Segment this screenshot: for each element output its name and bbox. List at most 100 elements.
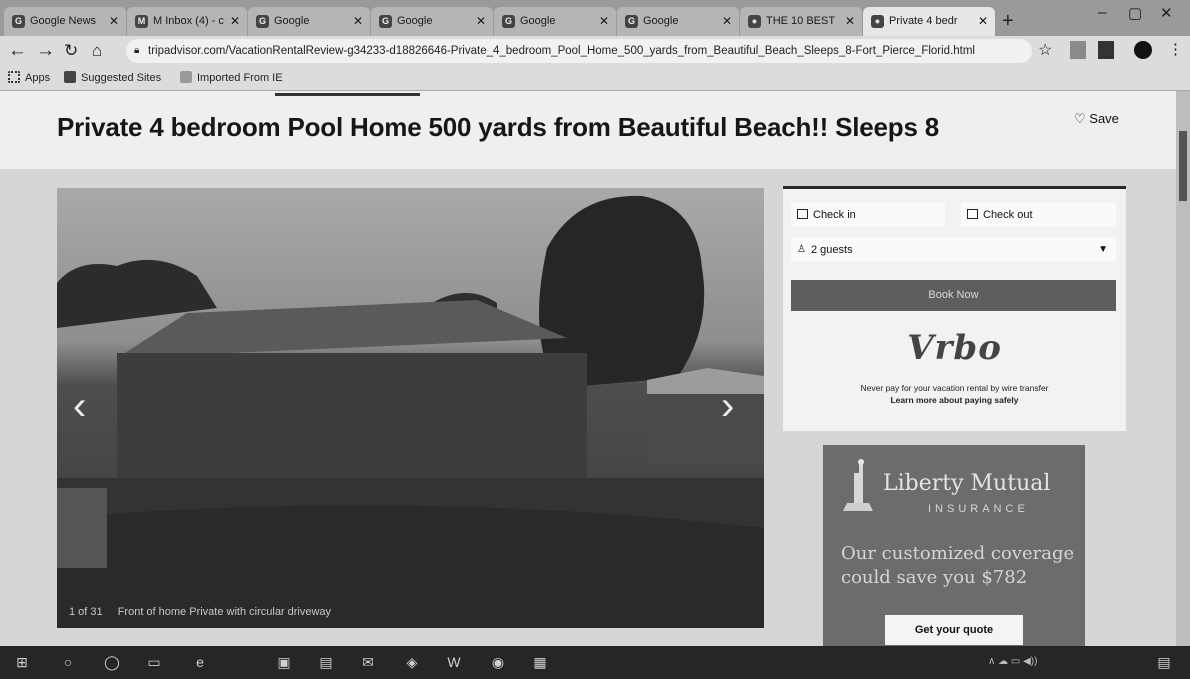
- minimize-icon[interactable]: –: [1098, 4, 1106, 21]
- close-icon[interactable]: ✕: [230, 7, 240, 36]
- gmail-icon: M: [135, 15, 148, 28]
- photos-icon[interactable]: ◈: [404, 654, 420, 670]
- booking-divider: [783, 186, 1126, 189]
- folder-icon: [180, 71, 192, 83]
- tripadvisor-icon: ●: [871, 15, 884, 28]
- book-now-button[interactable]: Book Now: [791, 280, 1116, 311]
- person-icon: ♙: [797, 244, 806, 255]
- ad-brand: Liberty Mutual: [883, 471, 1051, 496]
- bookmark-apps[interactable]: Apps: [8, 70, 50, 86]
- bookmark-star-icon[interactable]: ☆: [1038, 40, 1052, 60]
- close-icon[interactable]: ✕: [353, 7, 363, 36]
- heart-icon: ♡: [1074, 111, 1086, 126]
- tab-label: Google: [397, 15, 433, 27]
- menu-kebab-icon[interactable]: ⋮: [1168, 40, 1183, 58]
- tab-google-1[interactable]: G Google ✕: [248, 7, 370, 36]
- tab-label: Google: [643, 15, 679, 27]
- reload-icon[interactable]: ↻: [64, 40, 78, 62]
- listing-photo: [57, 195, 764, 628]
- suggested-sites-icon: [64, 71, 76, 83]
- liberty-mutual-ad[interactable]: Liberty Mutual INSURANCE Our customized …: [823, 445, 1085, 646]
- maximize-icon[interactable]: ▢: [1128, 4, 1142, 22]
- ad-subtitle: INSURANCE: [928, 503, 1029, 515]
- task-view-icon[interactable]: ▭: [146, 654, 162, 670]
- tab-label: THE 10 BEST: [766, 15, 836, 27]
- new-tab-button[interactable]: +: [1002, 8, 1014, 34]
- next-photo-button[interactable]: ›: [721, 386, 734, 426]
- word-icon[interactable]: W: [446, 654, 462, 670]
- store-icon[interactable]: ▣: [276, 654, 292, 670]
- url-text: tripadvisor.com/VacationRentalReview-g34…: [148, 45, 975, 57]
- search-icon[interactable]: ○: [60, 654, 76, 670]
- calculator-icon[interactable]: ▦: [532, 654, 548, 670]
- page-title: Private 4 bedroom Pool Home 500 yards fr…: [57, 112, 940, 142]
- action-center-icon[interactable]: ▤: [1156, 654, 1172, 670]
- close-icon[interactable]: ✕: [599, 7, 609, 36]
- check-out-field[interactable]: Check out: [961, 203, 1116, 227]
- get-quote-button[interactable]: Get your quote: [885, 615, 1023, 645]
- edge-icon[interactable]: e: [192, 654, 208, 670]
- photo-caption-text: Front of home Private with circular driv…: [117, 606, 332, 618]
- tab-label: Private 4 bedr: [889, 15, 958, 27]
- lock-icon: 🔒︎: [134, 45, 140, 56]
- tab-google-4[interactable]: G Google ✕: [617, 7, 739, 36]
- photo-caption: 1 of 31 Front of home Private with circu…: [69, 606, 343, 618]
- close-icon[interactable]: ✕: [845, 7, 855, 36]
- windows-start-icon[interactable]: ⊞: [14, 654, 30, 670]
- bookmark-imported-from-ie[interactable]: Imported From IE: [180, 70, 283, 86]
- home-icon[interactable]: ⌂: [92, 40, 102, 62]
- google-news-icon: G: [12, 15, 25, 28]
- ad-message: Our customized coverage could save you $…: [841, 543, 1075, 588]
- statue-of-liberty-icon: [843, 459, 873, 511]
- tripadvisor-icon: ●: [748, 15, 761, 28]
- tab-google-3[interactable]: G Google ✕: [494, 7, 616, 36]
- page-scrollbar[interactable]: [1176, 91, 1190, 646]
- file-explorer-icon[interactable]: ▤: [318, 654, 334, 670]
- scrollbar-thumb[interactable]: [1179, 131, 1187, 201]
- previous-photo-button[interactable]: ‹: [73, 386, 86, 426]
- cortana-icon[interactable]: ◯: [104, 654, 120, 670]
- guests-select[interactable]: ♙ 2 guests ▼: [791, 238, 1116, 262]
- extension-icon[interactable]: [1098, 41, 1114, 59]
- tab-label: Google: [520, 15, 556, 27]
- chrome-icon[interactable]: ◉: [490, 654, 506, 670]
- chevron-down-icon: ▼: [1098, 244, 1108, 255]
- tab-label: Google: [274, 15, 310, 27]
- bookmark-suggested-sites[interactable]: Suggested Sites: [64, 70, 161, 86]
- forward-icon[interactable]: →: [36, 40, 55, 62]
- tab-strip: G Google News ✕ M M Inbox (4) - c ✕ G Go…: [0, 0, 1190, 36]
- extension-icon[interactable]: [1070, 41, 1086, 59]
- bookmarks-bar: Apps Suggested Sites Imported From IE: [0, 66, 1190, 91]
- tab-the-10-best[interactable]: ● THE 10 BEST ✕: [740, 7, 862, 36]
- back-icon[interactable]: ←: [8, 40, 27, 62]
- google-icon: G: [379, 15, 392, 28]
- payment-safety-note: Never pay for your vacation rental by wi…: [783, 382, 1126, 406]
- system-tray-icons[interactable]: ∧ ☁ ▭ ◀)): [988, 656, 1037, 667]
- tab-label: Google News: [30, 15, 97, 27]
- profile-avatar[interactable]: [1134, 41, 1152, 59]
- close-icon[interactable]: ✕: [109, 7, 119, 36]
- check-in-field[interactable]: Check in: [791, 203, 945, 227]
- tab-google-news[interactable]: G Google News ✕: [4, 7, 126, 36]
- close-icon[interactable]: ✕: [978, 7, 988, 36]
- google-icon: G: [625, 15, 638, 28]
- listing-header: Private 4 bedroom Pool Home 500 yards fr…: [0, 91, 1176, 169]
- close-icon[interactable]: ✕: [476, 7, 486, 36]
- save-button[interactable]: ♡ Save: [1074, 111, 1119, 127]
- learn-more-link[interactable]: Learn more about paying safely: [783, 394, 1126, 406]
- address-bar[interactable]: 🔒︎ tripadvisor.com/VacationRentalReview-…: [126, 39, 1032, 63]
- page-content: Private 4 bedroom Pool Home 500 yards fr…: [0, 91, 1190, 646]
- window-close-icon[interactable]: ✕: [1160, 4, 1173, 22]
- close-icon[interactable]: ✕: [722, 7, 732, 36]
- tab-google-2[interactable]: G Google ✕: [371, 7, 493, 36]
- calendar-icon: [797, 209, 808, 219]
- tab-private-4-bedroom[interactable]: ● Private 4 bedr ✕: [863, 7, 995, 36]
- mail-icon[interactable]: ✉: [360, 654, 376, 670]
- apps-grid-icon: [8, 71, 20, 83]
- tab-label: M Inbox (4) - c: [153, 15, 224, 27]
- google-icon: G: [502, 15, 515, 28]
- photo-carousel[interactable]: ‹ › 1 of 31 Front of home Private with c…: [57, 188, 764, 628]
- vrbo-logo: Vrbo: [907, 328, 1002, 368]
- calendar-icon: [967, 209, 978, 219]
- tab-gmail-inbox[interactable]: M M Inbox (4) - c ✕: [127, 7, 247, 36]
